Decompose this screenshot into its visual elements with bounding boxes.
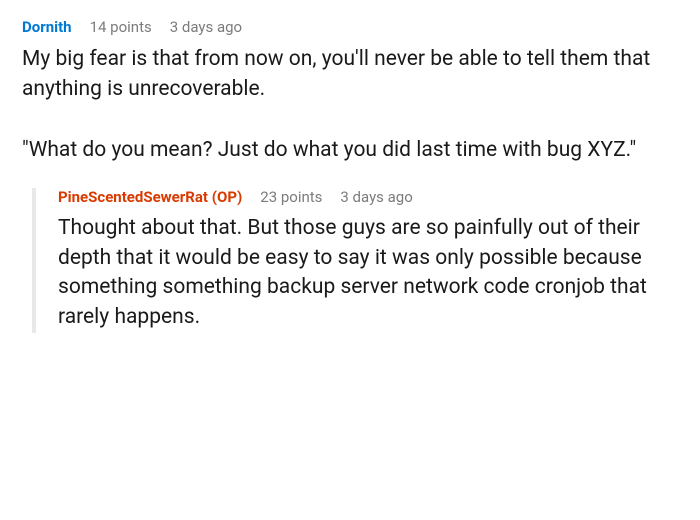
comment-body: My big fear is that from now on, you'll …: [22, 44, 678, 166]
comment-header: PineScentedSewerRat (OP) 23 points 3 day…: [58, 188, 678, 206]
comment-header: Dornith 14 points 3 days ago: [22, 18, 678, 36]
comment-body: Thought about that. But those guys are s…: [58, 214, 678, 333]
op-badge: (OP): [212, 188, 243, 206]
age-label: 3 days ago: [340, 188, 412, 206]
author-link[interactable]: Dornith: [22, 18, 72, 36]
author-wrap: PineScentedSewerRat (OP): [58, 188, 242, 206]
comment-reply: PineScentedSewerRat (OP) 23 points 3 day…: [32, 188, 678, 333]
age-label: 3 days ago: [170, 18, 242, 36]
author-link[interactable]: PineScentedSewerRat: [58, 188, 208, 206]
points-label: 14 points: [90, 18, 152, 36]
points-label: 23 points: [260, 188, 322, 206]
comment-root: Dornith 14 points 3 days ago My big fear…: [22, 18, 678, 333]
